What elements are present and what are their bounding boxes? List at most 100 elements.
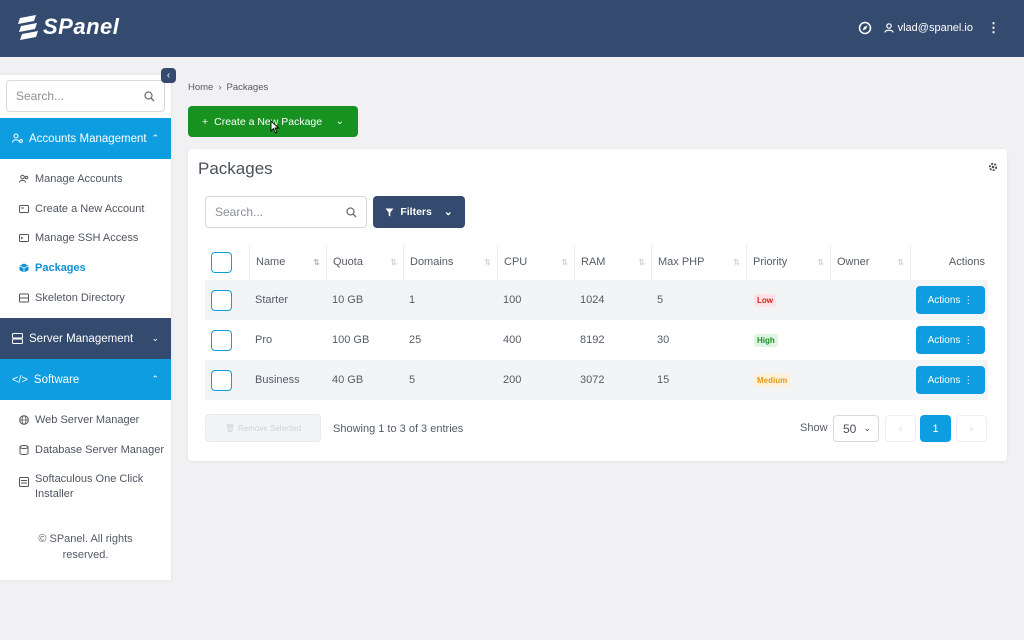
pagination-previous-button[interactable]: ‹ — [885, 415, 916, 442]
row-actions-button[interactable]: Actions ⋮ — [916, 286, 985, 314]
mouse-cursor-icon — [270, 120, 280, 134]
sidebar-section-software[interactable]: </> Software ⌃ — [0, 359, 171, 400]
code-icon: </> — [12, 373, 28, 386]
cell-quota: 40 GB — [332, 374, 364, 386]
row-checkbox[interactable] — [211, 369, 232, 391]
search-icon — [346, 206, 357, 217]
sidebar-item-manage-accounts[interactable]: Manage Accounts — [19, 173, 122, 185]
logo-text: SPanel — [43, 14, 120, 39]
column-header-ram[interactable]: RAM ⇅ — [574, 244, 651, 280]
packages-panel: Packages Search... Filters ⌄ Name ⇅ Quota… — [188, 149, 1007, 461]
id-card-icon — [19, 204, 29, 214]
chevron-down-icon: ⌄ — [863, 423, 871, 433]
remove-selected-button[interactable]: 🗑 Remove Selected — [205, 414, 321, 442]
cell-ram: 3072 — [580, 374, 605, 386]
compass-icon[interactable] — [858, 21, 872, 35]
sidebar-collapse-button[interactable]: ‹ — [161, 68, 176, 83]
terminal-icon — [19, 233, 29, 243]
cell-cpu: 200 — [503, 374, 522, 386]
pagination-page-button[interactable]: 1 — [920, 415, 951, 442]
spanel-logo-icon — [18, 15, 38, 40]
column-header-priority[interactable]: Priority ⇅ — [746, 244, 830, 280]
more-vertical-icon[interactable]: ⋮ — [987, 20, 1000, 36]
sort-icon: ⇅ — [561, 257, 568, 267]
sort-icon: ⇅ — [897, 257, 904, 267]
column-header-domains[interactable]: Domains ⇅ — [403, 244, 497, 280]
row-checkbox[interactable] — [211, 329, 232, 351]
chevron-left-icon: ‹ — [898, 422, 903, 435]
sidebar-section-server-management[interactable]: Server Management ⌄ — [0, 318, 171, 359]
breadcrumb-separator: › — [218, 82, 222, 93]
column-header-quota[interactable]: Quota ⇅ — [326, 244, 403, 280]
sidebar-item-label: Packages — [35, 262, 86, 274]
page-size-select[interactable]: 50 ⌄ — [833, 415, 879, 442]
spanel-logo[interactable]: SPanel — [16, 14, 119, 40]
column-header-cpu[interactable]: CPU ⇅ — [497, 244, 574, 280]
plus-icon: + — [202, 115, 209, 128]
column-label: Actions — [948, 256, 985, 268]
row-actions-button[interactable]: Actions ⋮ — [916, 326, 985, 354]
cell-cpu: 400 — [503, 334, 522, 346]
column-label: Name — [256, 256, 286, 268]
more-vertical-icon: ⋮ — [963, 374, 974, 386]
sidebar-section-accounts-management[interactable]: Accounts Management ⌃ — [0, 118, 171, 159]
column-header-max-php[interactable]: Max PHP ⇅ — [651, 244, 746, 280]
cell-max-php: 5 — [657, 294, 664, 306]
sidebar-item-label: Manage Accounts — [35, 173, 123, 185]
sidebar-item-label-cont: Installer — [35, 488, 74, 500]
sidebar-search-input[interactable]: Search... — [6, 80, 165, 112]
copyright-line1: © SPanel. All rights — [38, 533, 133, 545]
breadcrumb: Home › Packages — [188, 82, 268, 93]
sidebar-item-create-account[interactable]: Create a New Account — [19, 203, 144, 215]
cell-owner — [830, 280, 836, 320]
cell-name: Starter — [255, 294, 289, 306]
breadcrumb-home[interactable]: Home — [188, 82, 213, 93]
server-box-icon — [19, 293, 29, 303]
cell-ram: 1024 — [580, 294, 605, 306]
sort-icon: ⇅ — [390, 257, 397, 267]
actions-label: Actions — [927, 374, 961, 386]
filters-button[interactable]: Filters ⌄ — [373, 196, 465, 228]
filter-icon — [385, 208, 394, 216]
sidebar-item-label: Create a New Account — [35, 203, 145, 215]
sidebar-item-database-server-manager[interactable]: Database Server Manager — [19, 444, 164, 456]
column-header-owner[interactable]: Owner ⇅ — [830, 244, 910, 280]
more-vertical-icon: ⋮ — [963, 334, 974, 346]
cell-quota: 100 GB — [332, 334, 370, 346]
breadcrumb-current: Packages — [226, 82, 269, 93]
cell-owner — [830, 360, 836, 400]
header-actions: vlad@spanel.io ⋮ — [858, 20, 1000, 36]
sidebar-search-placeholder: Search... — [16, 89, 65, 103]
table-row[interactable]: Pro 100 GB 25 400 8192 30 High Actions ⋮ — [205, 320, 988, 360]
sidebar-item-packages[interactable]: Packages — [19, 262, 86, 274]
pagination-next-button[interactable]: › — [956, 415, 987, 442]
copyright-line2: reserved. — [62, 549, 109, 561]
sidebar-item-web-server-manager[interactable]: Web Server Manager — [19, 414, 139, 426]
table-search-input[interactable]: Search... — [205, 196, 367, 228]
user-menu[interactable]: vlad@spanel.io — [884, 22, 973, 34]
select-all-checkbox[interactable] — [211, 251, 232, 273]
table-row[interactable]: Starter 10 GB 1 100 1024 5 Low Actions ⋮ — [205, 280, 988, 320]
chevron-up-icon: ⌃ — [151, 374, 159, 384]
chevron-down-icon[interactable]: ⌄ — [336, 116, 344, 127]
users-cog-icon — [12, 133, 23, 143]
sidebar-item-skeleton-directory[interactable]: Skeleton Directory — [19, 292, 125, 304]
column-label: Max PHP — [658, 256, 705, 268]
page-size-value: 50 — [843, 421, 857, 436]
cell-domains: 25 — [409, 334, 422, 346]
cell-max-php: 15 — [657, 374, 670, 386]
filters-label: Filters — [400, 206, 432, 218]
chevron-left-icon: ‹ — [166, 70, 171, 81]
row-checkbox[interactable] — [211, 289, 232, 311]
table-row[interactable]: Business 40 GB 5 200 3072 15 Medium Acti… — [205, 360, 988, 400]
sort-icon: ⇅ — [733, 257, 740, 267]
column-header-name[interactable]: Name ⇅ — [249, 244, 326, 280]
row-actions-button[interactable]: Actions ⋮ — [916, 366, 985, 394]
chevron-down-icon: ⌄ — [151, 333, 159, 343]
actions-label: Actions — [927, 294, 961, 306]
sidebar-item-softaculous[interactable]: Softaculous One Click Installer — [19, 472, 143, 502]
sidebar-item-manage-ssh-access[interactable]: Manage SSH Access — [19, 232, 138, 244]
column-label: RAM — [581, 256, 606, 268]
gear-icon[interactable] — [987, 161, 999, 173]
column-label: Quota — [333, 256, 363, 268]
